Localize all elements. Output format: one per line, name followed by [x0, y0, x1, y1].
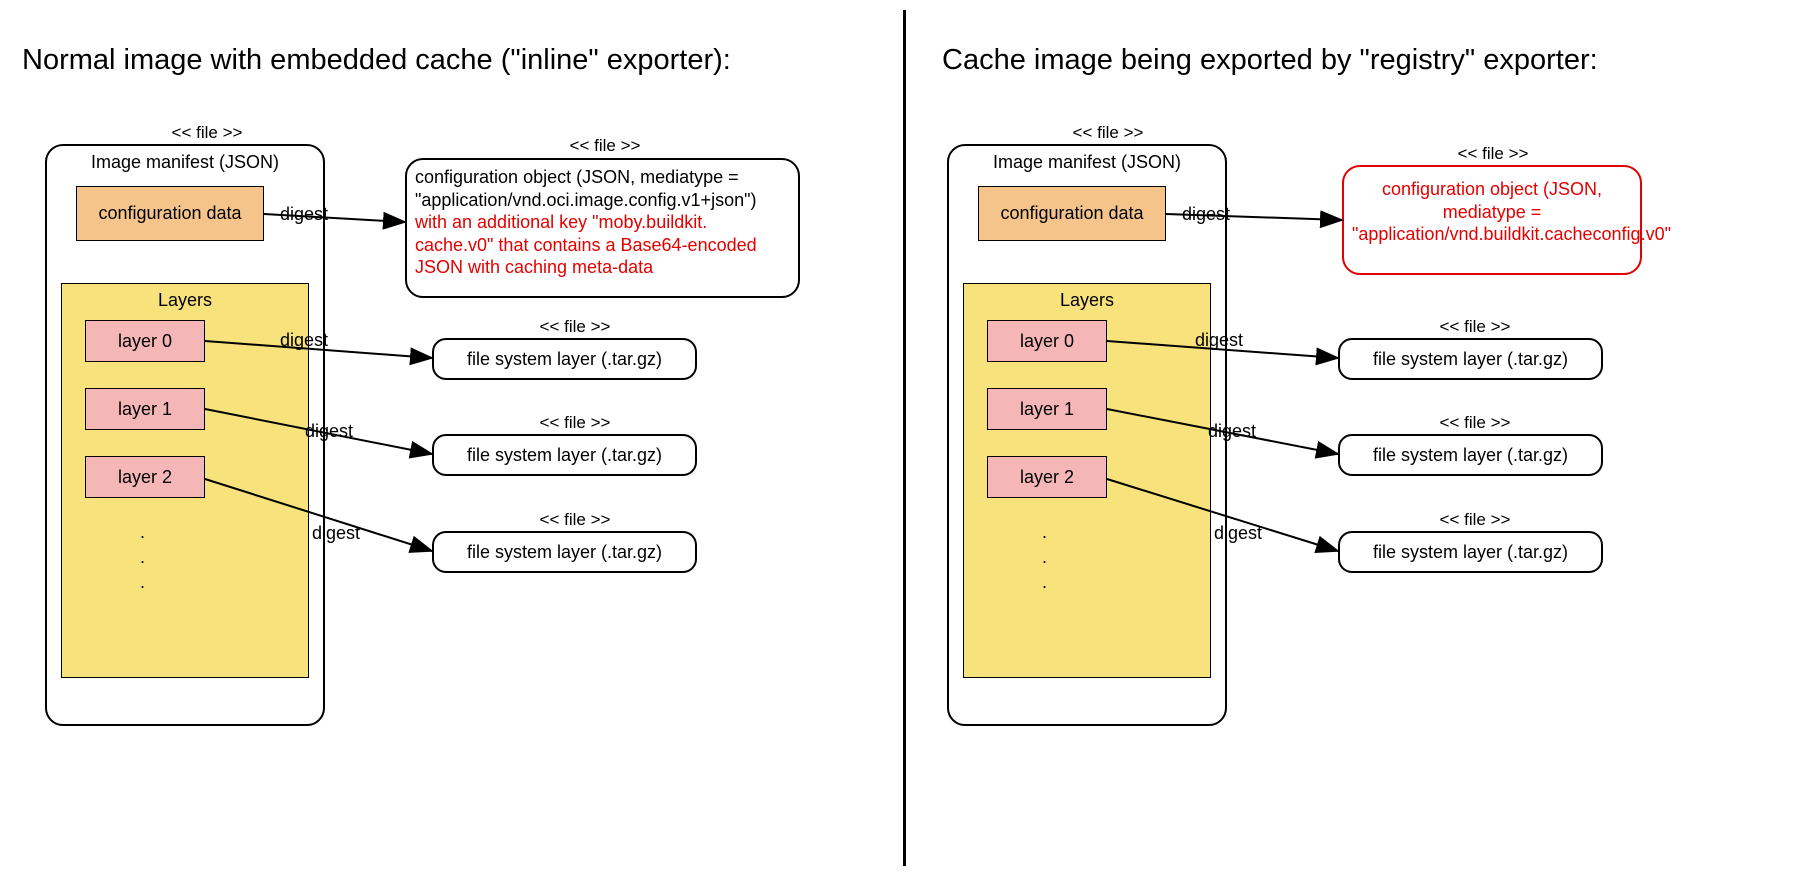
file-stereotype: << file >>: [490, 413, 660, 433]
left-title: Normal image with embedded cache ("inlin…: [22, 44, 822, 77]
file-stereotype: << file >>: [1023, 123, 1193, 143]
fs-layer-box-1: file system layer (.tar.gz): [1338, 434, 1603, 476]
config-data-chip: configuration data: [76, 186, 264, 241]
digest-label: digest: [305, 421, 353, 442]
file-stereotype: << file >>: [1408, 144, 1578, 164]
layer-2-chip: layer 2: [987, 456, 1107, 498]
digest-label: digest: [1214, 523, 1262, 544]
manifest-label: Image manifest (JSON): [947, 152, 1227, 173]
layer-2-chip: layer 2: [85, 456, 205, 498]
file-stereotype: << file >>: [520, 136, 690, 156]
layer-ellipsis: ...: [140, 520, 145, 596]
fs-layer-box-0: file system layer (.tar.gz): [432, 338, 697, 380]
layer-0-chip: layer 0: [987, 320, 1107, 362]
digest-label: digest: [312, 523, 360, 544]
config-object-text: configuration object (JSON, mediatype = …: [405, 158, 800, 287]
digest-label: digest: [1208, 421, 1256, 442]
digest-label: digest: [280, 330, 328, 351]
file-stereotype: << file >>: [1390, 413, 1560, 433]
layer-ellipsis: ...: [1042, 520, 1047, 596]
digest-label: digest: [280, 204, 328, 225]
right-title: Cache image being exported by "registry"…: [942, 44, 1742, 77]
layers-label: Layers: [963, 290, 1211, 311]
digest-label: digest: [1195, 330, 1243, 351]
digest-label: digest: [1182, 204, 1230, 225]
fs-layer-box-1: file system layer (.tar.gz): [432, 434, 697, 476]
manifest-label: Image manifest (JSON): [45, 152, 325, 173]
layer-1-chip: layer 1: [987, 388, 1107, 430]
config-object-text-red: configuration object (JSON, mediatype = …: [1342, 170, 1642, 254]
file-stereotype: << file >>: [1390, 317, 1560, 337]
layers-label: Layers: [61, 290, 309, 311]
fs-layer-box-2: file system layer (.tar.gz): [432, 531, 697, 573]
layer-1-chip: layer 1: [85, 388, 205, 430]
fs-layer-box-2: file system layer (.tar.gz): [1338, 531, 1603, 573]
file-stereotype: << file >>: [122, 123, 292, 143]
file-stereotype: << file >>: [1390, 510, 1560, 530]
file-stereotype: << file >>: [490, 510, 660, 530]
config-data-chip: configuration data: [978, 186, 1166, 241]
layer-0-chip: layer 0: [85, 320, 205, 362]
vertical-divider: [903, 10, 906, 866]
file-stereotype: << file >>: [490, 317, 660, 337]
fs-layer-box-0: file system layer (.tar.gz): [1338, 338, 1603, 380]
